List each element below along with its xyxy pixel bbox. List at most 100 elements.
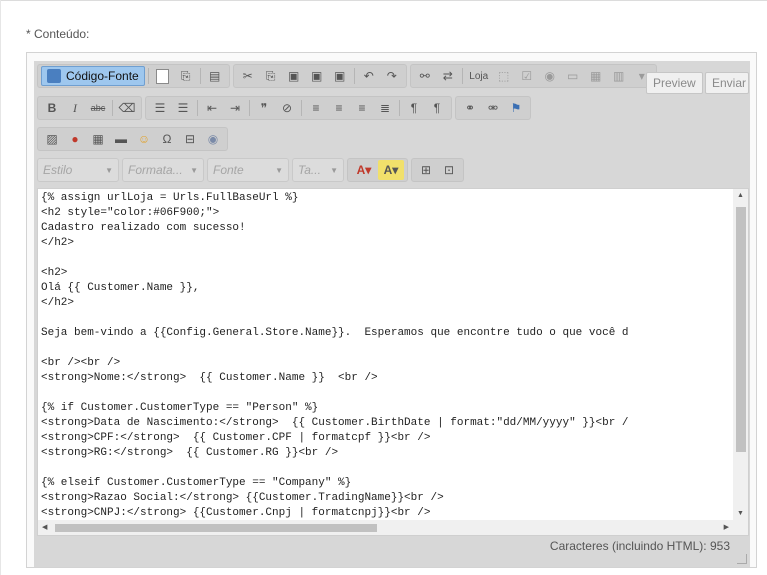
scroll-left-icon[interactable]: ◀	[42, 523, 47, 531]
new-page-button[interactable]	[152, 66, 174, 86]
maximize-button[interactable]: ⊞	[415, 160, 437, 180]
textarea-button[interactable]: ▦	[585, 66, 607, 86]
undo-button[interactable]: ↶	[358, 66, 380, 86]
preview-icon-button[interactable]: ⎘	[175, 66, 197, 86]
source-code-content[interactable]: {% assign urlLoja = Urls.FullBaseUrl %} <…	[38, 189, 733, 520]
ltr-button[interactable]: ¶	[403, 98, 425, 118]
show-blocks-button[interactable]: ⊡	[438, 160, 460, 180]
form-button[interactable]: ⬚	[493, 66, 515, 86]
format-select[interactable]: Formata... ▼	[122, 158, 204, 182]
bulleted-list-button[interactable]: ☰	[172, 98, 194, 118]
textfield-button[interactable]: ▭	[562, 66, 584, 86]
send-button[interactable]: Enviar	[705, 72, 749, 94]
table-icon: ▦	[92, 132, 104, 146]
checkbox-button[interactable]: ☑	[516, 66, 538, 86]
undo-icon: ↶	[363, 69, 374, 83]
special-char-button[interactable]: Ω	[156, 129, 178, 149]
link-button[interactable]: ⚭	[459, 98, 481, 118]
horizontal-rule-button[interactable]: ▬	[110, 129, 132, 149]
scroll-right-icon[interactable]: ▶	[724, 523, 729, 531]
smiley-button[interactable]: ☺	[133, 129, 155, 149]
text-color-button[interactable]: A▾	[351, 160, 377, 180]
scroll-up-icon[interactable]: ▲	[737, 192, 744, 199]
bg-color-button[interactable]: A▾	[378, 160, 404, 180]
style-select-label: Estilo	[43, 163, 73, 177]
select-field-icon: ▥	[613, 69, 625, 83]
justify-icon: ≣	[379, 101, 391, 115]
blockquote-button[interactable]: ❞	[253, 98, 275, 118]
rtl-button[interactable]: ¶	[426, 98, 448, 118]
indent-icon: ⇥	[229, 101, 241, 115]
iframe-button[interactable]: ◉	[202, 129, 224, 149]
anchor-button[interactable]: ⚑	[505, 98, 527, 118]
ltr-icon: ¶	[410, 101, 418, 115]
image-button[interactable]: ▨	[41, 129, 63, 149]
align-left-button[interactable]: ≡	[305, 98, 327, 118]
chevron-down-icon: ▼	[190, 165, 198, 175]
vertical-scrollbar[interactable]: ▲ ▼	[733, 189, 748, 520]
numbered-list-button[interactable]: ☰	[149, 98, 171, 118]
flash-button[interactable]: ●	[64, 129, 86, 149]
select-field-button[interactable]: ▥	[608, 66, 630, 86]
horizontal-scrollbar[interactable]: ◀ ▶	[38, 520, 748, 535]
radio-button[interactable]: ◉	[539, 66, 561, 86]
source-code-textarea[interactable]: {% assign urlLoja = Urls.FullBaseUrl %} <…	[37, 188, 749, 536]
create-div-button[interactable]: ⊘	[276, 98, 298, 118]
paste-text-button[interactable]: ▣	[306, 66, 328, 86]
bg-color-icon: A▾	[383, 163, 399, 177]
toolbar-row-2: B I abc ⌫ ☰ ☰ ⇤ ⇥ ❞ ⊘ ≡ ≡ ≡ ≣ ¶ ¶ ⚭ ⚮ ⚑	[37, 96, 531, 122]
code-line: </h2>	[41, 297, 75, 309]
redo-icon: ↷	[386, 69, 397, 83]
align-center-button[interactable]: ≡	[328, 98, 350, 118]
loja-button[interactable]: Loja	[466, 66, 492, 86]
bold-icon: B	[47, 101, 57, 115]
numbered-list-icon: ☰	[154, 101, 166, 115]
cut-button[interactable]: ✂	[237, 66, 259, 86]
unlink-button[interactable]: ⚮	[482, 98, 504, 118]
paste-button[interactable]: ▣	[283, 66, 305, 86]
justify-button[interactable]: ≣	[374, 98, 396, 118]
italic-button[interactable]: I	[64, 98, 86, 118]
resize-handle[interactable]	[737, 554, 747, 564]
toolbar-row-3: ▨ ● ▦ ▬ ☺ Ω ⊟ ◉	[37, 127, 228, 153]
scroll-down-icon[interactable]: ▼	[737, 510, 744, 517]
outdent-button[interactable]: ⇤	[201, 98, 223, 118]
preview-button[interactable]: Preview	[646, 72, 703, 94]
font-select-label: Fonte	[213, 163, 244, 177]
find-button[interactable]: ⚯	[414, 66, 436, 86]
replace-button[interactable]: ⇄	[437, 66, 459, 86]
radio-icon: ◉	[544, 69, 555, 83]
templates-button[interactable]: ▤	[204, 66, 226, 86]
text-color-icon: A▾	[356, 163, 372, 177]
table-button[interactable]: ▦	[87, 129, 109, 149]
source-code-label: Código-Fonte	[66, 69, 139, 83]
size-select[interactable]: Ta... ▼	[292, 158, 344, 182]
send-label: Enviar	[712, 76, 747, 90]
toolbar-group-colors: A▾ A▾	[347, 158, 408, 182]
code-line: <strong>CPF:</strong> {{ Customer.CPF | …	[41, 432, 431, 444]
div-icon: ⊘	[281, 101, 293, 115]
style-select[interactable]: Estilo ▼	[37, 158, 119, 182]
flash-icon: ●	[71, 132, 79, 146]
flag-icon: ⚑	[510, 101, 522, 115]
strike-button[interactable]: abc	[87, 98, 109, 118]
paste-text-icon: ▣	[311, 69, 323, 83]
redo-button[interactable]: ↷	[381, 66, 403, 86]
toolbar-row-1: Código-Fonte ⎘ ▤ ✂ ⎘ ▣ ▣ ▣ ↶ ↷ ⚯ ⇄ Loja …	[37, 64, 657, 90]
toolbar-group-clipboard: ✂ ⎘ ▣ ▣ ▣ ↶ ↷	[232, 64, 407, 88]
unlink-icon: ⚮	[487, 101, 499, 115]
horizontal-scroll-thumb[interactable]	[55, 524, 377, 532]
vertical-scroll-thumb[interactable]	[736, 207, 746, 452]
font-select[interactable]: Fonte ▼	[207, 158, 289, 182]
page-break-button[interactable]: ⊟	[179, 129, 201, 149]
checkbox-icon: ☑	[521, 69, 533, 83]
remove-format-button[interactable]: ⌫	[116, 98, 138, 118]
source-code-button[interactable]: Código-Fonte	[41, 66, 145, 86]
paste-word-button[interactable]: ▣	[329, 66, 351, 86]
align-right-button[interactable]: ≡	[351, 98, 373, 118]
bold-button[interactable]: B	[41, 98, 63, 118]
indent-button[interactable]: ⇥	[224, 98, 246, 118]
code-line: <strong>RG:</strong> {{ Customer.RG }}<b…	[41, 447, 339, 459]
copy-button[interactable]: ⎘	[260, 66, 282, 86]
